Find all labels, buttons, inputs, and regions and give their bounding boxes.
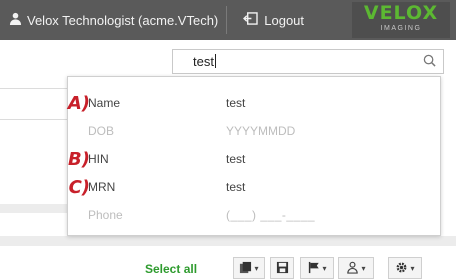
annotation-marker: B) xyxy=(68,148,90,170)
document-menu-button[interactable]: ▾ xyxy=(233,257,265,279)
field-value: (___) ___-____ xyxy=(226,208,316,222)
field-label: DOB xyxy=(88,124,115,138)
background-row xyxy=(0,204,70,213)
user-menu[interactable]: Velox Technologist (acme.VTech) xyxy=(9,6,228,34)
search-input[interactable]: test xyxy=(172,49,444,74)
logo-brand: VELOX xyxy=(363,2,439,24)
select-all-link[interactable]: Select all xyxy=(145,262,197,276)
user-group-menu-button[interactable]: ▾ xyxy=(338,257,374,279)
velox-logo: VELOX IMAGING xyxy=(352,2,450,38)
flag-icon xyxy=(307,261,320,276)
save-button[interactable] xyxy=(270,257,294,279)
flag-menu-button[interactable]: ▾ xyxy=(300,257,334,279)
field-value: test xyxy=(226,152,246,166)
field-label: Phone xyxy=(88,208,123,222)
field-label: MRN xyxy=(88,180,116,194)
divider xyxy=(0,88,70,89)
field-label: Name xyxy=(88,96,121,110)
field-label: HIN xyxy=(88,152,109,166)
chevron-down-icon: ▾ xyxy=(254,263,259,273)
logout-button[interactable]: Logout xyxy=(243,12,304,28)
annotation-marker: C) xyxy=(68,176,90,198)
field-option-dob[interactable]: DOB YYYYMMDD xyxy=(68,118,440,144)
gear-icon xyxy=(395,261,408,276)
field-value: test xyxy=(226,180,246,194)
chevron-down-icon: ▾ xyxy=(361,263,366,273)
save-icon xyxy=(276,261,289,276)
logo-sub: IMAGING xyxy=(380,25,422,32)
user-label: Velox Technologist (acme.VTech) xyxy=(27,12,219,28)
text-cursor xyxy=(214,54,216,68)
user-group-icon xyxy=(346,261,359,276)
logout-icon xyxy=(243,12,258,28)
field-option-hin[interactable]: B) HIN test xyxy=(68,146,440,172)
search-field-dropdown: A) Name test DOB YYYYMMDD B) HIN test C)… xyxy=(67,76,441,236)
field-value: test xyxy=(226,96,246,110)
chevron-down-icon: ▾ xyxy=(322,263,327,273)
background-row xyxy=(0,236,456,246)
user-icon xyxy=(9,12,22,28)
document-icon xyxy=(239,261,252,276)
logout-label: Logout xyxy=(264,12,305,28)
search-value: test xyxy=(193,54,214,69)
field-option-name[interactable]: A) Name test xyxy=(68,90,440,116)
field-option-mrn[interactable]: C) MRN test xyxy=(68,174,440,200)
field-option-phone[interactable]: Phone (___) ___-____ xyxy=(68,202,440,228)
divider xyxy=(0,119,70,120)
settings-menu-button[interactable]: ▾ xyxy=(388,257,422,279)
field-value: YYYYMMDD xyxy=(226,124,296,138)
chevron-down-icon: ▾ xyxy=(410,263,415,273)
search-icon[interactable] xyxy=(423,54,436,70)
annotation-marker: A) xyxy=(67,92,90,114)
